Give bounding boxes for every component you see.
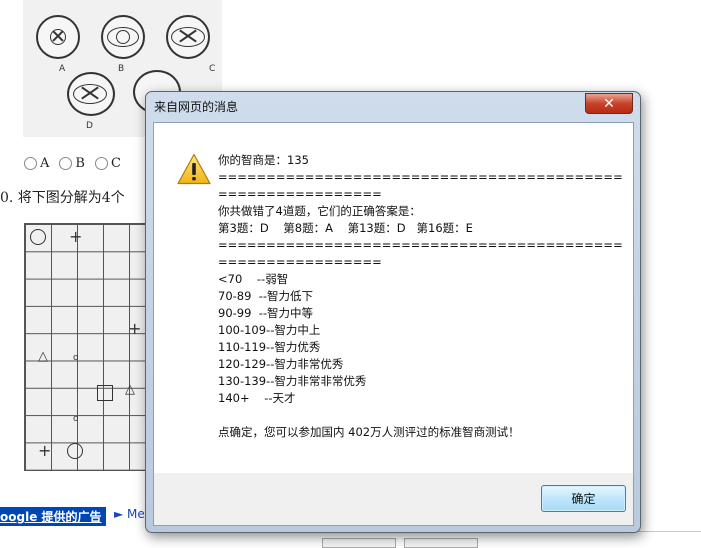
close-icon: ✕	[603, 95, 615, 112]
scale-line: 140+ --天才	[218, 391, 296, 405]
separator-line: ========================================…	[218, 170, 623, 201]
question-text: 0. 将下图分解为4个	[0, 190, 125, 206]
ok-button[interactable]: 确定	[541, 485, 626, 512]
close-button[interactable]: ✕	[585, 93, 633, 114]
scale-line: 70-89 --智力低下	[218, 289, 314, 303]
warning-icon	[177, 153, 211, 185]
radio-circle-icon	[24, 157, 37, 170]
scale-line: 110-119--智力优秀	[218, 340, 321, 354]
message-area: 你的智商是：135 ==============================…	[154, 123, 633, 473]
radio-circle-icon	[94, 157, 108, 170]
figure-label-b: B	[118, 64, 125, 74]
scale-line: <70 --弱智	[218, 272, 289, 286]
more-link[interactable]: ► Me	[114, 507, 145, 521]
option-c-radio[interactable]: C	[94, 156, 121, 171]
grid-plus-symbol: +	[69, 227, 83, 246]
google-ads-link[interactable]: oogle 提供的广告	[0, 507, 106, 526]
bottom-button-partial[interactable]	[404, 538, 478, 548]
figure-label-a: A	[59, 64, 66, 74]
separator-line: ========================================…	[218, 238, 623, 269]
dialog-title: 来自网页的消息	[154, 100, 239, 114]
wrong-count-line: 你共做错了4道题，它们的正确答案是：	[218, 204, 421, 218]
grid-dot-symbol: o	[73, 414, 79, 424]
figure-a-circle	[36, 15, 80, 59]
option-b-label: B	[75, 156, 85, 171]
grid-plus-symbol: +	[38, 441, 52, 460]
scale-line: 130-139--智力非常非常优秀	[218, 374, 367, 388]
scale-line: 90-99 --智力中等	[218, 306, 314, 320]
answer-options: A B C	[24, 156, 121, 171]
option-a-label: A	[40, 156, 50, 171]
figure-d-circle	[67, 72, 115, 116]
grid-circle-symbol	[30, 229, 46, 245]
figure-label-c: C	[209, 64, 216, 74]
alert-dialog: 来自网页的消息 ✕ 你的智商是：135 ====================…	[145, 91, 641, 533]
scale-line: 100-109--智力中上	[218, 323, 321, 337]
prompt-line: 点确定，您可以参加国内 402万人测评过的标准智商测试！	[218, 425, 520, 439]
grid-triangle-symbol: △	[38, 349, 48, 364]
option-b-radio[interactable]: B	[59, 156, 85, 171]
grid-plus-symbol: +	[128, 319, 142, 338]
grid-dot-symbol: o	[73, 353, 79, 363]
answers-line: 第3题：D 第8题：A 第13题：D 第16题：E	[218, 221, 473, 235]
figure-label-d: D	[86, 121, 93, 131]
radio-circle-icon	[59, 157, 73, 170]
scale-line: 120-129--智力非常优秀	[218, 357, 344, 371]
iq-result-line: 你的智商是：135	[218, 153, 309, 167]
option-c-label: C	[110, 156, 121, 171]
grid-circle-symbol	[67, 443, 83, 459]
message-text: 你的智商是：135 ==============================…	[218, 152, 623, 441]
grid-square-symbol	[97, 385, 113, 401]
figure-c-circle	[166, 15, 210, 59]
grid-puzzle-image: + + △ o △ o +	[24, 223, 156, 471]
figure-b-circle	[101, 15, 145, 59]
option-a-radio[interactable]: A	[24, 156, 49, 171]
dialog-body: 你的智商是：135 ==============================…	[153, 122, 634, 526]
bottom-button-partial[interactable]	[322, 538, 396, 548]
grid-triangle-symbol: △	[125, 382, 135, 397]
